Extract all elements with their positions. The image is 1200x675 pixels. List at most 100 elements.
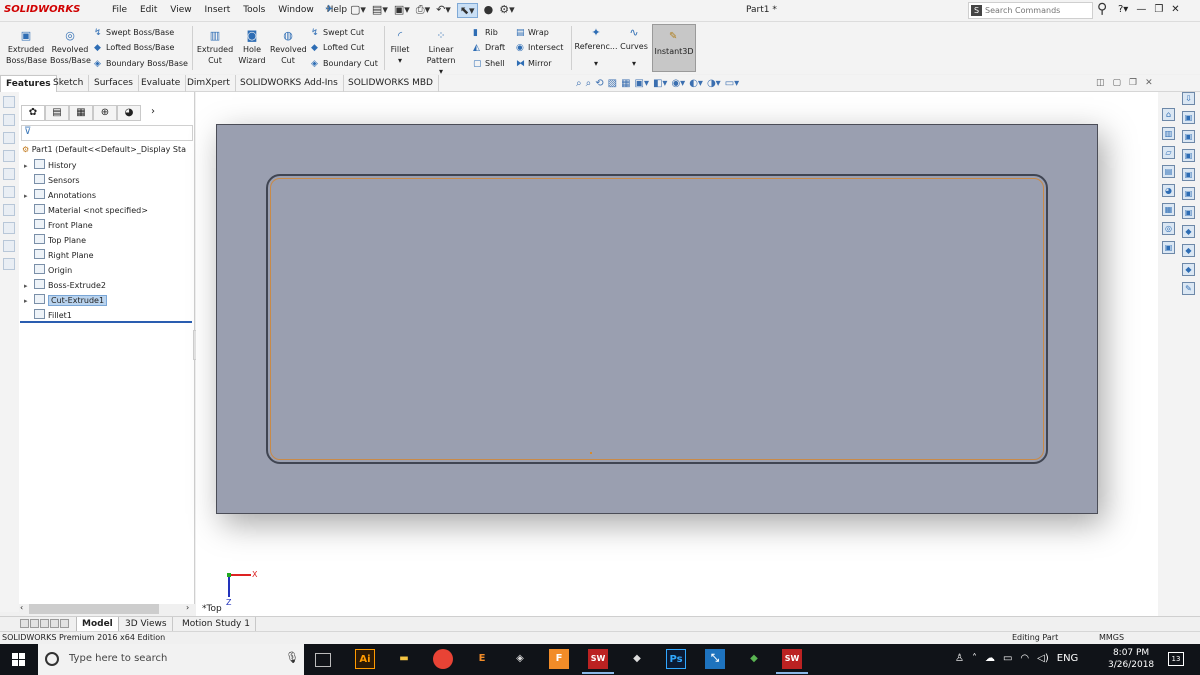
- expand-arrow-icon[interactable]: ▸: [24, 280, 34, 293]
- tree-item-boss-extrude2[interactable]: ▸ Boss-Extrude2: [24, 279, 106, 292]
- strip-icon[interactable]: [3, 222, 15, 234]
- tree-filter[interactable]: ⊽: [21, 125, 193, 141]
- tree-root-part[interactable]: ⚙ Part1 (Default<<Default>_Display Sta: [22, 145, 186, 154]
- view-settings-icon[interactable]: ▭▾: [725, 78, 739, 89]
- graphics-area[interactable]: X Z *Top: [196, 92, 1158, 616]
- strip-icon[interactable]: [3, 186, 15, 198]
- search-scope-icon[interactable]: S: [971, 5, 982, 16]
- undo-icon[interactable]: ↶▾: [436, 3, 451, 18]
- tree-item-annotations[interactable]: ▸ Annotations: [24, 189, 96, 202]
- mirror-button[interactable]: ⧓ Mirror: [516, 59, 552, 69]
- menu-edit[interactable]: Edit: [140, 5, 157, 15]
- restore-icon[interactable]: ❐: [1154, 4, 1163, 15]
- battery-icon[interactable]: ▭: [1003, 653, 1012, 664]
- volume-icon[interactable]: ◁): [1037, 653, 1049, 664]
- illustrator-icon[interactable]: Ai: [355, 649, 375, 669]
- app-tool-icon[interactable]: ◆: [627, 649, 647, 669]
- section-view-icon[interactable]: ▧: [608, 78, 617, 89]
- back-view-icon[interactable]: ▣: [1182, 130, 1195, 143]
- zoom-to-fit-icon[interactable]: ⌕: [576, 78, 582, 89]
- strip-icon[interactable]: [3, 168, 15, 180]
- normal-to-icon[interactable]: ⇩: [1182, 92, 1195, 105]
- microphone-icon[interactable]: 🎙: [285, 651, 299, 664]
- tree-horizontal-scrollbar[interactable]: [29, 604, 159, 614]
- photoshop-icon[interactable]: Ps: [666, 649, 686, 669]
- pin-menu-icon[interactable]: ✈: [325, 4, 333, 15]
- save-icon[interactable]: ▣▾: [394, 3, 410, 18]
- design-library-icon[interactable]: ▱: [1162, 146, 1175, 159]
- tree-item-top-plane[interactable]: Top Plane: [24, 234, 86, 247]
- dimxpert-manager-icon[interactable]: ⊕: [93, 105, 117, 121]
- chrome-icon[interactable]: [433, 649, 453, 669]
- draft-button[interactable]: ◭ Draft: [473, 43, 505, 53]
- top-view-icon[interactable]: ▣: [1182, 187, 1195, 200]
- minimize-icon[interactable]: —: [1136, 4, 1146, 15]
- fillet-button[interactable]: ◜ Fillet ▾: [388, 30, 412, 66]
- fillet-edge[interactable]: [270, 178, 1044, 460]
- tab-3d-views[interactable]: 3D Views: [120, 617, 173, 632]
- doc-tile-icon[interactable]: ◫: [1096, 78, 1105, 88]
- expand-arrow-icon[interactable]: ▸: [24, 295, 34, 308]
- solidworks-taskbar-icon[interactable]: SW: [582, 649, 614, 674]
- lofted-cut-button[interactable]: ◆ Lofted Cut: [311, 43, 364, 53]
- language-indicator[interactable]: ENG: [1057, 653, 1079, 664]
- dynamic-annotation-icon[interactable]: ▦: [621, 78, 630, 89]
- options-icon[interactable]: ⚙▾: [499, 3, 514, 18]
- doc-restore-icon[interactable]: ❐: [1129, 78, 1137, 88]
- apply-scene-icon[interactable]: ◑▾: [707, 78, 721, 89]
- tab-surfaces[interactable]: Surfaces: [89, 75, 139, 92]
- status-units[interactable]: MMGS: [1099, 632, 1124, 644]
- extruded-boss-button[interactable]: ▣ Extruded Boss/Base: [6, 30, 47, 66]
- revolved-boss-button[interactable]: ◎ Revolved Boss/Base: [50, 30, 91, 66]
- display-manager-icon[interactable]: ◕: [117, 105, 141, 121]
- menu-window[interactable]: Window: [278, 5, 314, 15]
- rebuild-icon[interactable]: ●: [484, 3, 494, 18]
- wifi-icon[interactable]: ◠: [1020, 653, 1029, 664]
- open-icon[interactable]: ▤▾: [372, 3, 388, 18]
- expand-arrow-icon[interactable]: ▸: [24, 190, 34, 203]
- home-icon[interactable]: ⌂: [1162, 108, 1175, 121]
- search-input[interactable]: [985, 4, 1090, 17]
- resources-icon[interactable]: ▥: [1162, 127, 1175, 140]
- reference-geometry-button[interactable]: ✦ Referenc... ▾: [574, 27, 618, 69]
- hide-show-icon[interactable]: ◉▾: [671, 78, 685, 89]
- more-tabs-icon[interactable]: ›: [141, 105, 165, 121]
- dimetric-view-icon[interactable]: ◆: [1182, 263, 1195, 276]
- first-tab-icon[interactable]: [20, 619, 29, 628]
- strip-icon[interactable]: [3, 150, 15, 162]
- lofted-boss-button[interactable]: ◆ Lofted Boss/Base: [94, 43, 174, 53]
- cut-extrude-pocket[interactable]: [266, 174, 1048, 464]
- scroll-right-icon[interactable]: ›: [186, 603, 189, 612]
- doc-close-icon[interactable]: ✕: [1145, 78, 1153, 88]
- new-document-icon[interactable]: ▢▾: [350, 3, 366, 18]
- app-colorful-icon[interactable]: ◆: [744, 649, 764, 669]
- intersect-button[interactable]: ◉ Intersect: [516, 43, 563, 53]
- action-center-icon[interactable]: 13: [1168, 652, 1184, 666]
- forum-icon[interactable]: ◎: [1162, 222, 1175, 235]
- expand-arrow-icon[interactable]: ▸: [24, 160, 34, 173]
- previous-view-icon[interactable]: ⟲: [595, 78, 603, 89]
- last-tab-icon[interactable]: [50, 619, 59, 628]
- sketch-tools-icon[interactable]: ✎: [1182, 282, 1195, 295]
- wrap-button[interactable]: ▤ Wrap: [516, 28, 549, 38]
- strip-icon[interactable]: [3, 258, 15, 270]
- app-f-icon[interactable]: F: [549, 649, 569, 669]
- fillet-dropdown-icon[interactable]: ▾: [388, 55, 412, 66]
- tree-item-material[interactable]: Material <not specified>: [24, 204, 148, 217]
- app-e-icon[interactable]: E: [472, 649, 492, 669]
- rollback-bar[interactable]: [20, 321, 192, 323]
- curves-dropdown-icon[interactable]: ▾: [618, 58, 650, 69]
- strip-icon[interactable]: [3, 114, 15, 126]
- doc-minimize-icon[interactable]: ▢: [1113, 78, 1122, 88]
- tab-solidworks-mbd[interactable]: SOLIDWORKS MBD: [343, 75, 439, 92]
- close-icon[interactable]: ✕: [1171, 4, 1179, 15]
- edit-appearance-icon[interactable]: ◐▾: [689, 78, 703, 89]
- strip-icon[interactable]: [3, 204, 15, 216]
- solidworks-active-taskbar-icon[interactable]: SW: [776, 649, 808, 674]
- appearances-icon[interactable]: ◕: [1162, 184, 1175, 197]
- display-style-icon[interactable]: ◧▾: [653, 78, 667, 89]
- tab-dimxpert[interactable]: DimXpert: [182, 75, 236, 92]
- more-tabs-icon[interactable]: [60, 619, 69, 628]
- isometric-view-icon[interactable]: ◆: [1182, 225, 1195, 238]
- help-icon[interactable]: ?▾: [1118, 4, 1128, 15]
